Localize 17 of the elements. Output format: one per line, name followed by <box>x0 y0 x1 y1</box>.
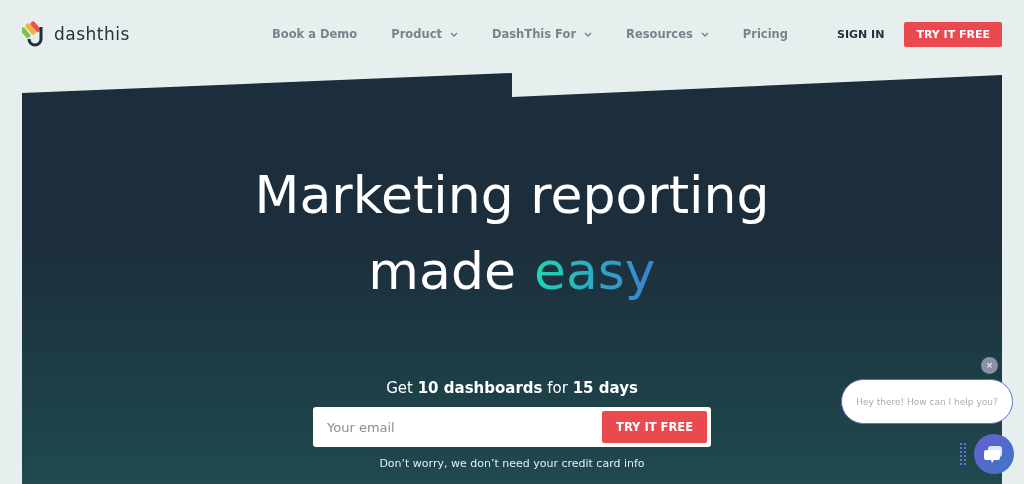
chat-icon <box>984 444 1004 464</box>
nav-link[interactable]: Book a Demo <box>272 27 358 41</box>
chat-bubble: Hey there! How can I help you? <box>841 379 1013 424</box>
brand-name[interactable]: dashthis <box>54 24 130 44</box>
try-free-button[interactable]: TRY IT FREE <box>904 21 1002 47</box>
drag-handle-icon[interactable] <box>960 443 966 465</box>
headline-text: made <box>368 240 516 303</box>
sign-in-link[interactable]: SIGN IN <box>837 27 885 41</box>
nav-link[interactable]: DashThis For <box>491 27 593 41</box>
offer-text: Get 10 dashboards for 15 days <box>386 379 638 397</box>
chat-button[interactable] <box>974 434 1014 474</box>
submit-button[interactable]: TRY IT FREE <box>602 411 707 443</box>
headline-text: Marketing reporting <box>254 164 770 227</box>
nav-link[interactable]: Resources <box>626 27 709 41</box>
note-text: Don’t worry, we don’t need your credit card info <box>379 457 645 470</box>
nav-link[interactable]: Pricing <box>742 27 789 41</box>
nav-link[interactable]: Product <box>391 27 458 41</box>
